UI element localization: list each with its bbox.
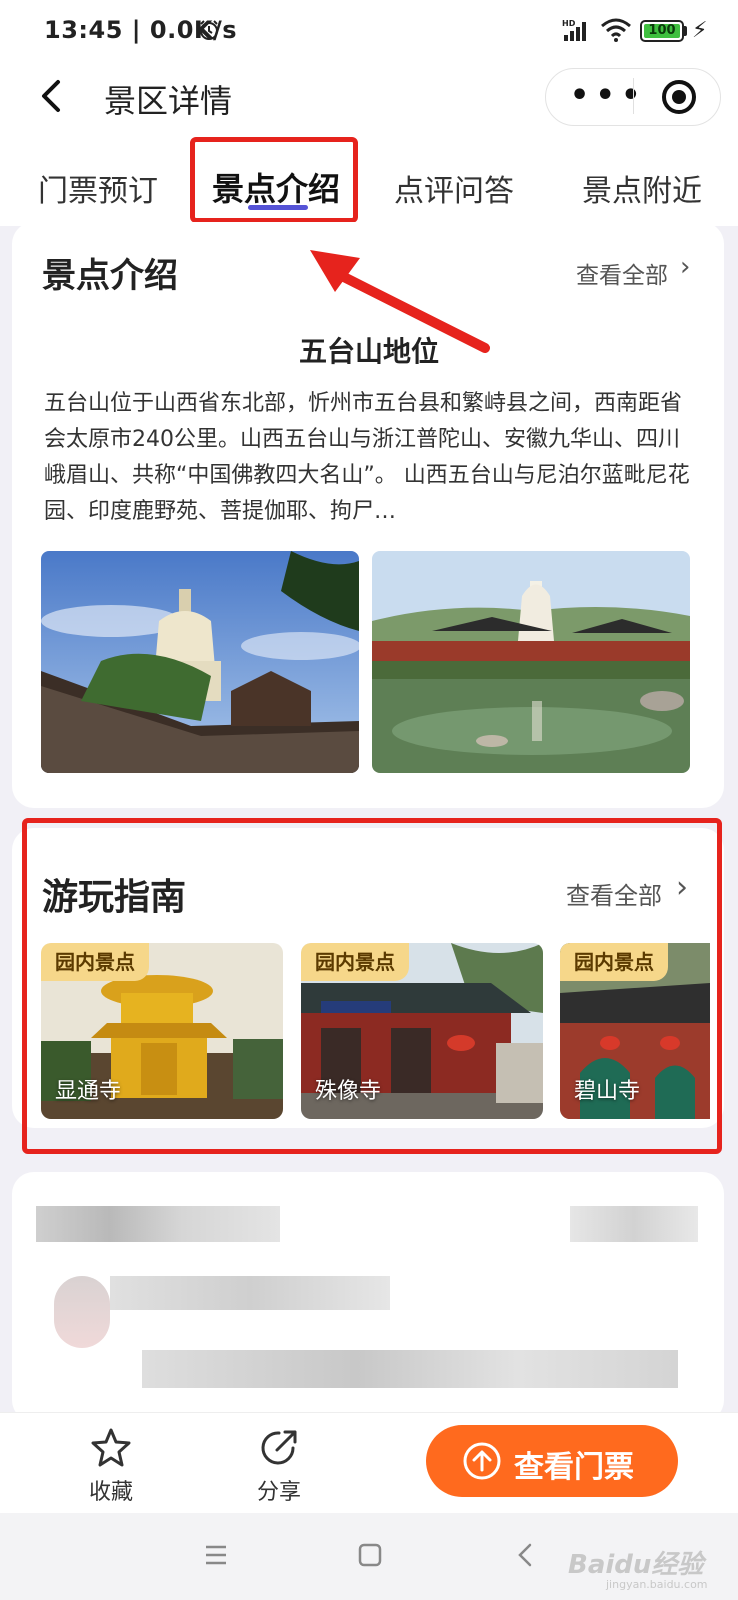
tab-nearby[interactable]: 景点附近 [582,166,702,210]
capsule-divider [633,78,634,114]
annotation-arrow [310,250,490,353]
watermark-url: jingyan.baidu.com [606,1578,708,1591]
battery-icon: 100 [640,20,684,42]
share-button[interactable]: 分享 [234,1426,324,1506]
blurred-text [110,1276,390,1310]
back-arrow-icon[interactable] [30,74,74,118]
view-tickets-button[interactable]: 查看门票 [426,1425,678,1497]
scenery-photo-temple-pond[interactable] [372,551,690,773]
blurred-text [570,1206,698,1242]
blurred-text [36,1206,280,1242]
intro-description: 五台山位于山西省东北部，忻州市五台县和繁峙县之间，西南距省会太原市240公里。山… [44,391,690,524]
intro-section-title: 景点介绍 [42,256,178,296]
highlight-box-tab [190,137,358,223]
tab-reviews[interactable]: 点评问答 [394,166,514,210]
wifi-icon [601,18,631,42]
highlight-box-guide [22,818,722,1154]
alarm-icon [200,20,218,40]
baidu-watermark: Baidu经验 [568,1550,704,1580]
view-tickets-label: 查看门票 [514,1450,634,1485]
favorite-label: 收藏 [88,1480,133,1505]
favorite-button[interactable]: 收藏 [66,1426,156,1506]
svg-text:HD: HD [562,19,576,28]
tab-tickets[interactable]: 门票预订 [38,166,158,210]
intro-see-all-link[interactable]: 查看全部 [576,256,668,290]
page-title: 景区详情 [104,82,233,120]
menu-icon[interactable] [204,1544,228,1566]
star-icon [91,1428,131,1467]
share-icon [261,1430,297,1465]
target-icon[interactable] [660,78,698,116]
arrow-up-circle-icon [463,1442,501,1480]
share-label: 分享 [256,1480,301,1505]
chevron-right-icon[interactable]: › [680,252,690,282]
blurred-text [142,1350,678,1388]
more-dots-icon[interactable]: • • • [570,78,640,113]
battery-tip [684,26,687,36]
charging-icon: ⚡ [692,18,708,43]
back-nav-icon[interactable] [516,1542,534,1568]
home-icon[interactable] [357,1542,383,1568]
scenery-photo-pagoda[interactable] [41,551,359,773]
blurred-avatar [54,1276,110,1348]
signal-icon: HD [562,19,586,41]
